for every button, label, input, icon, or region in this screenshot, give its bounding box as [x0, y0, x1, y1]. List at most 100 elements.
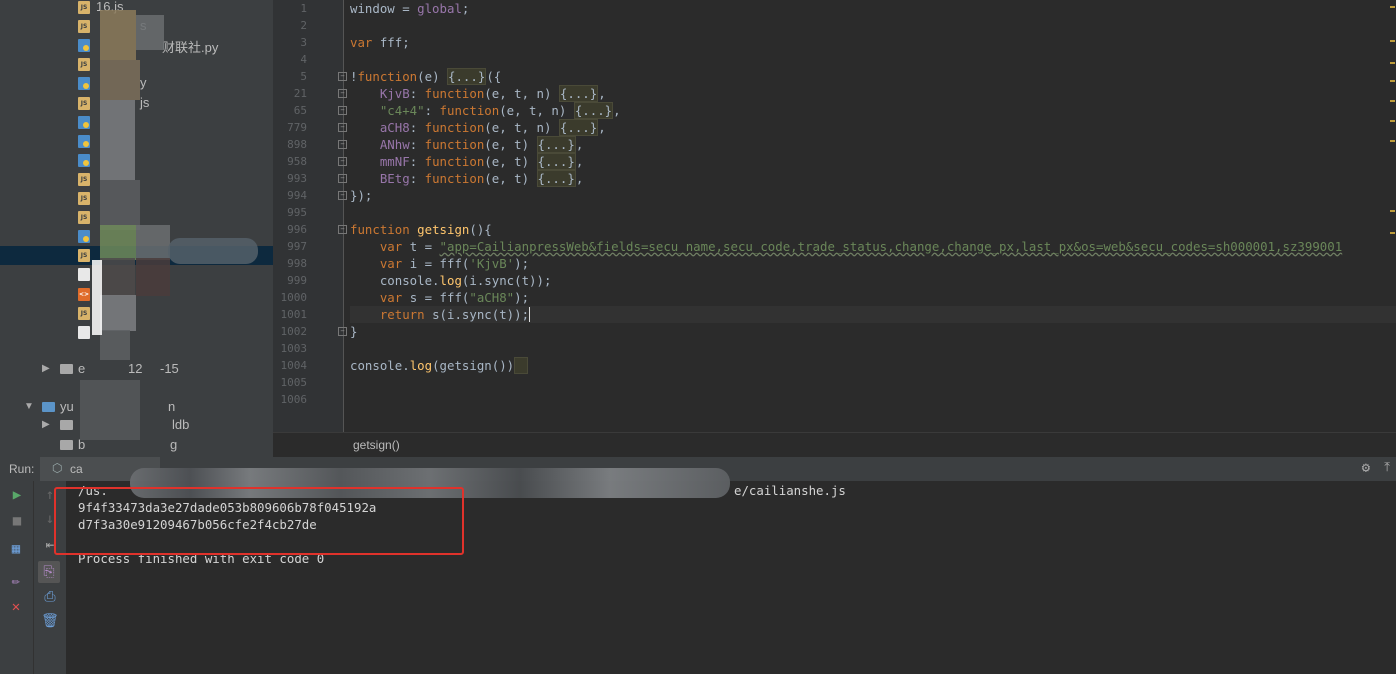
fold-toggle-icon[interactable]: −	[338, 123, 347, 132]
code-line-1000-current: return s(i.sync(t));​	[350, 306, 1396, 323]
collapsed-block[interactable]: {...}	[536, 170, 576, 187]
code-line-3: var fff;	[350, 35, 410, 50]
editor-gutter: 1 2 3 4 5 21 65 779 898 958 993 994 995 996 997 998 999 1…	[273, 0, 347, 432]
redaction-blur	[100, 180, 140, 230]
run-tab-label: ca	[70, 462, 83, 476]
pin-tab-icon[interactable]: ✏	[6, 573, 26, 589]
run-label: Run:	[9, 462, 35, 476]
code-line-65: "c4+4": function(e, t, n) {...},	[379, 102, 621, 119]
redaction-blur	[136, 15, 164, 50]
redaction-blur	[136, 225, 170, 260]
settings-gear-icon[interactable]: ⚙	[1362, 460, 1370, 476]
fold-toggle-icon[interactable]: −	[338, 140, 347, 149]
tree-folder-label-tail: -15	[160, 361, 179, 376]
line-number: 1005	[280, 376, 308, 389]
javascript-file-icon: JS	[78, 1, 90, 14]
python-file-icon	[78, 115, 90, 129]
fold-toggle-icon[interactable]: −	[338, 72, 347, 81]
tree-folder-item[interactable]: ▼ yu n	[0, 398, 273, 417]
collapsed-block[interactable]: {...}	[447, 68, 487, 85]
code-line-993: BEtg: function(e, t) {...},	[379, 170, 584, 187]
dump-threads-icon[interactable]: ▦	[6, 541, 26, 557]
line-number: 997	[287, 240, 307, 253]
hide-panel-icon[interactable]: ⤒	[1384, 460, 1390, 475]
print-icon[interactable]: ⎙	[40, 589, 60, 605]
collapsed-block[interactable]: {...}	[558, 119, 599, 136]
redaction-blur	[168, 238, 258, 264]
collapsed-block[interactable]: {...}	[536, 153, 576, 170]
fold-toggle-icon[interactable]: −	[338, 157, 347, 166]
python-file-icon	[78, 77, 90, 91]
stop-icon[interactable]: ■	[7, 513, 27, 529]
collapsed-block[interactable]: {...}	[573, 102, 614, 119]
text-file-icon	[78, 268, 90, 282]
collapsed-block[interactable]: {...}	[558, 85, 599, 102]
fold-toggle-icon[interactable]: −	[338, 89, 347, 98]
breadcrumb-function[interactable]: getsign()	[353, 438, 400, 452]
fold-toggle-icon[interactable]: −	[338, 174, 347, 183]
line-number: 998	[287, 257, 307, 270]
code-line-779: aCH8: function(e, t, n) {...},	[379, 119, 606, 136]
tree-folder-label: e	[78, 361, 86, 376]
error-stripe[interactable]	[1390, 0, 1396, 432]
code-line-1: window = global;	[350, 1, 470, 16]
highlight-annotation-box	[54, 487, 464, 555]
tree-file-item[interactable]	[0, 132, 273, 151]
redaction-blur	[100, 60, 140, 100]
redaction-blur	[100, 225, 136, 260]
redaction-blur	[100, 258, 135, 296]
javascript-file-icon: JS	[78, 192, 90, 205]
line-number: 1	[300, 2, 307, 15]
tree-file-label: 财联社.py	[162, 40, 219, 56]
code-line-21: KjvB: function(e, t, n) {...},	[379, 85, 606, 102]
code-line-994: });	[350, 188, 373, 203]
tree-file-item[interactable]	[0, 151, 273, 170]
tree-file-item[interactable]	[0, 113, 273, 132]
rerun-play-icon[interactable]: ▶	[7, 487, 27, 503]
line-number: 1001	[280, 308, 308, 321]
redaction-blur	[100, 10, 136, 60]
folder-icon	[60, 364, 73, 374]
line-number: 898	[287, 138, 307, 151]
scroll-to-end-icon[interactable]: ⎘	[38, 561, 60, 583]
fold-toggle-icon[interactable]: −	[338, 191, 347, 200]
fold-toggle-icon[interactable]: −	[338, 225, 347, 234]
trash-icon[interactable]: 🗑	[40, 613, 60, 629]
project-tree: JS16.jsJSs财联社.pyJSyJSjsJSJSJSJS<>JS▶e12-…	[0, 0, 273, 457]
tree-folder-item[interactable]: ▶ ldb	[0, 416, 273, 435]
expand-arrow-icon[interactable]: ▶	[42, 363, 50, 374]
fold-toggle-icon[interactable]: −	[338, 106, 347, 115]
tree-folder-item[interactable]: bg	[0, 436, 273, 455]
fold-toggle-icon[interactable]: −	[338, 327, 347, 336]
tree-folder-item[interactable]: ▶ e 12 -15	[0, 360, 273, 379]
redaction-blur	[100, 330, 130, 360]
code-line-5: !function(e) {...}({	[350, 68, 502, 85]
python-file-icon	[78, 39, 90, 53]
line-number: 1006	[280, 393, 308, 406]
javascript-file-icon: JS	[78, 58, 90, 72]
folder-icon	[60, 440, 73, 450]
redaction-blur	[136, 258, 170, 296]
tree-file-item[interactable]: JS	[0, 304, 273, 323]
code-line-898: ANhw: function(e, t) {...},	[379, 136, 584, 153]
tree-file-item[interactable]	[0, 323, 273, 342]
javascript-file-icon: JS	[78, 96, 90, 110]
line-number: 2	[300, 19, 307, 32]
line-number: 1004	[280, 359, 308, 372]
code-editor[interactable]: window = global; var fff; !function(e) {…	[350, 0, 1396, 432]
code-line-995: function getsign(){	[350, 222, 492, 237]
text-file-icon	[78, 325, 90, 339]
tree-folder-label-tail: ldb	[172, 417, 190, 432]
expand-arrow-icon[interactable]: ▼	[24, 401, 34, 412]
tree-folder-label: yu	[60, 399, 74, 414]
javascript-file-icon: JS	[78, 306, 90, 320]
breadcrumb[interactable]: getsign()	[273, 432, 1396, 458]
javascript-file-icon: JS	[78, 172, 90, 186]
javascript-file-icon: JS	[78, 249, 90, 263]
collapsed-block[interactable]: {...}	[536, 136, 576, 153]
expand-arrow-icon[interactable]: ▶	[42, 419, 50, 430]
tree-folder-label-part: 12	[128, 361, 143, 376]
console-command-tail: e/cailianshe.js	[734, 483, 846, 498]
close-icon[interactable]: ✕	[6, 599, 26, 615]
code-line-997: var i = fff('KjvB');	[379, 256, 530, 271]
